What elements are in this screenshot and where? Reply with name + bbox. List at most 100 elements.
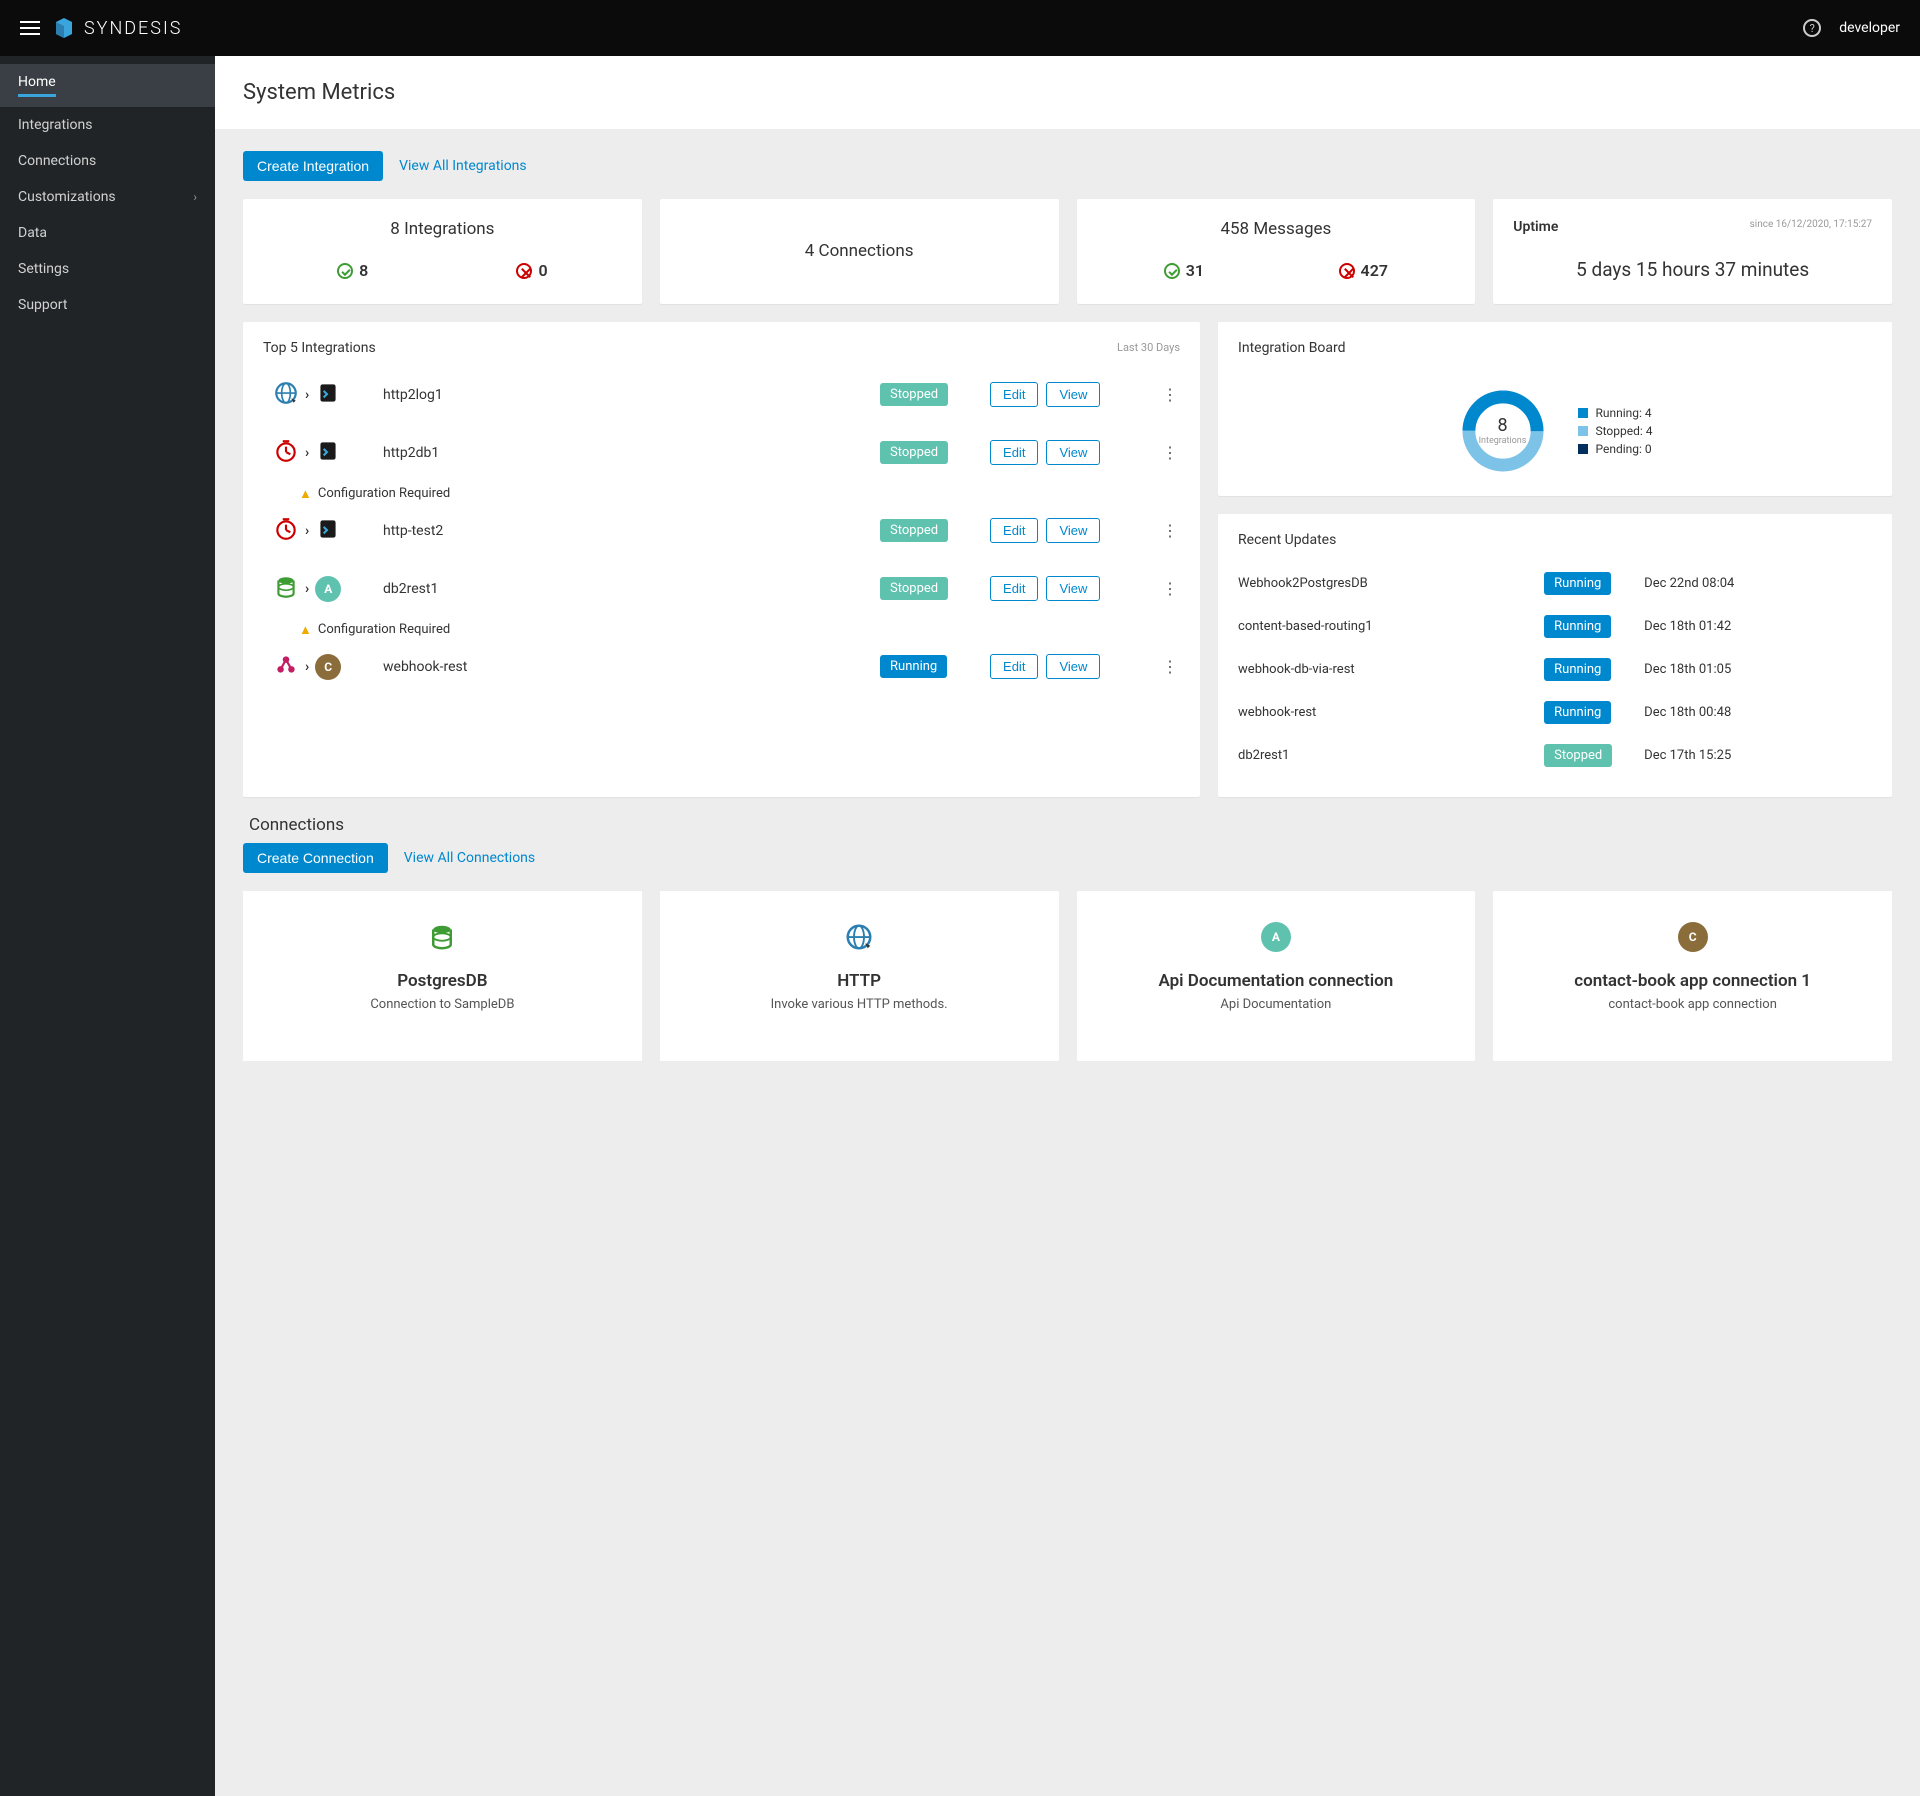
integration-name[interactable]: webhook-rest [383,659,870,675]
hook-icon [273,652,299,682]
integrations-err: 0 [516,261,547,280]
sidebar-item-label: Data [18,225,47,241]
error-icon [516,263,532,279]
topbar: SYNDESIS ? developer [0,0,1920,56]
create-connection-button[interactable]: Create Connection [243,843,388,873]
update-name[interactable]: webhook-db-via-rest [1238,662,1534,677]
view-button[interactable]: View [1046,576,1100,601]
sidebar-item-home[interactable]: Home [0,64,215,107]
integration-row: › http-test2 Stopped Edit View ⋮ [263,502,1180,560]
uptime-since: since 16/12/2020, 17:15:27 [1750,219,1872,230]
connection-desc: Invoke various HTTP methods. [678,997,1041,1012]
status-badge: Running [1544,701,1611,724]
integration-icons: › [263,516,373,546]
integration-name[interactable]: http-test2 [383,523,870,539]
update-name[interactable]: Webhook2PostgresDB [1238,576,1534,591]
top-integrations-period: Last 30 Days [1117,341,1180,354]
update-date: Dec 18th 01:05 [1644,662,1872,677]
update-name[interactable]: content-based-routing1 [1238,619,1534,634]
kebab-icon[interactable]: ⋮ [1160,657,1180,676]
warning-icon: ▲ [299,622,312,638]
sidebar-item-label: Home [18,74,56,97]
integration-icons: › [263,438,373,468]
topbar-left: SYNDESIS [20,16,182,40]
uptime-metric-card: Uptime since 16/12/2020, 17:15:27 5 days… [1493,199,1892,304]
edit-button[interactable]: Edit [990,654,1038,679]
connection-card[interactable]: HTTPInvoke various HTTP methods. [660,891,1059,1061]
edit-button[interactable]: Edit [990,382,1038,407]
a-icon: A [1095,917,1458,957]
integration-row: ›Cwebhook-restRunningEditView⋮ [263,638,1180,696]
legend-swatch [1578,444,1588,454]
edit-button[interactable]: Edit [990,440,1038,465]
sidebar-item-support[interactable]: Support [0,287,215,323]
legend-label: Pending: 0 [1596,442,1652,456]
create-integration-button[interactable]: Create Integration [243,151,383,181]
view-all-integrations-link[interactable]: View All Integrations [399,158,527,174]
connection-card[interactable]: AApi Documentation connectionApi Documen… [1077,891,1476,1061]
integration-name[interactable]: http2db1 [383,445,870,461]
ok-icon [337,263,353,279]
db-icon [273,574,299,604]
legend-label: Running: 4 [1596,406,1652,420]
kebab-icon[interactable]: ⋮ [1160,579,1180,598]
update-row: webhook-restRunningDec 18th 00:48 [1238,691,1872,734]
sidebar-item-settings[interactable]: Settings [0,251,215,287]
view-button[interactable]: View [1046,440,1100,465]
update-name[interactable]: db2rest1 [1238,748,1534,763]
sidebar-item-customizations[interactable]: Customizations› [0,179,215,215]
status-badge: Stopped [880,519,948,542]
sidebar-item-label: Customizations [18,189,116,205]
sidebar-item-label: Integrations [18,117,92,133]
sidebar-item-data[interactable]: Data [0,215,215,251]
connection-card[interactable]: PostgresDB Connection to SampleDB [243,891,642,1061]
db-icon [261,917,624,957]
a-icon: A [315,576,341,602]
brand[interactable]: SYNDESIS [52,16,182,40]
menu-toggle-icon[interactable] [20,21,40,35]
view-button[interactable]: View [1046,654,1100,679]
update-row: db2rest1 Stopped Dec 17th 15:25 [1238,734,1872,777]
update-date: Dec 18th 01:42 [1644,619,1872,634]
connection-name: PostgresDB [261,971,624,991]
view-all-connections-link[interactable]: View All Connections [404,850,535,866]
legend-label: Stopped: 4 [1596,424,1653,438]
edit-button[interactable]: Edit [990,576,1038,601]
connection-card[interactable]: Ccontact-book app connection 1contact-bo… [1493,891,1892,1061]
page-title: System Metrics [243,80,1892,105]
integrations-metric-card: 8 Integrations 8 0 [243,199,642,304]
main: System Metrics Create Integration View A… [215,56,1920,1796]
status-badge: Stopped [1544,744,1612,767]
status-badge: Stopped [880,383,948,406]
sidebar-item-connections[interactable]: Connections [0,143,215,179]
user-label[interactable]: developer [1839,20,1900,36]
update-name[interactable]: webhook-rest [1238,705,1534,720]
script-icon [315,516,341,546]
kebab-icon[interactable]: ⋮ [1160,385,1180,404]
legend-item: Running: 4 [1578,406,1653,420]
update-date: Dec 17th 15:25 [1644,748,1872,763]
recent-updates-title: Recent Updates [1238,532,1336,548]
help-icon[interactable]: ? [1803,19,1821,37]
integration-name[interactable]: http2log1 [383,387,870,403]
view-button[interactable]: View [1046,518,1100,543]
integration-name[interactable]: db2rest1 [383,581,870,597]
connection-desc: Connection to SampleDB [261,997,624,1012]
edit-button[interactable]: Edit [990,518,1038,543]
recent-updates-panel: Recent Updates Webhook2PostgresDB Running… [1218,514,1892,797]
sidebar-item-integrations[interactable]: Integrations [0,107,215,143]
sidebar-item-label: Connections [18,153,96,169]
integrations-metric-title: 8 Integrations [263,219,622,239]
page-header: System Metrics [215,56,1920,129]
integration-donut-chart: 8 Integrations [1458,386,1548,476]
status-badge: Running [1544,658,1611,681]
status-badge: Running [880,655,947,678]
kebab-icon[interactable]: ⋮ [1160,443,1180,462]
view-button[interactable]: View [1046,382,1100,407]
kebab-icon[interactable]: ⋮ [1160,521,1180,540]
sidebar-item-label: Support [18,297,67,313]
status-badge: Stopped [880,441,948,464]
messages-metric-title: 458 Messages [1097,219,1456,239]
script-icon [315,438,341,468]
messages-err: 427 [1339,261,1388,280]
